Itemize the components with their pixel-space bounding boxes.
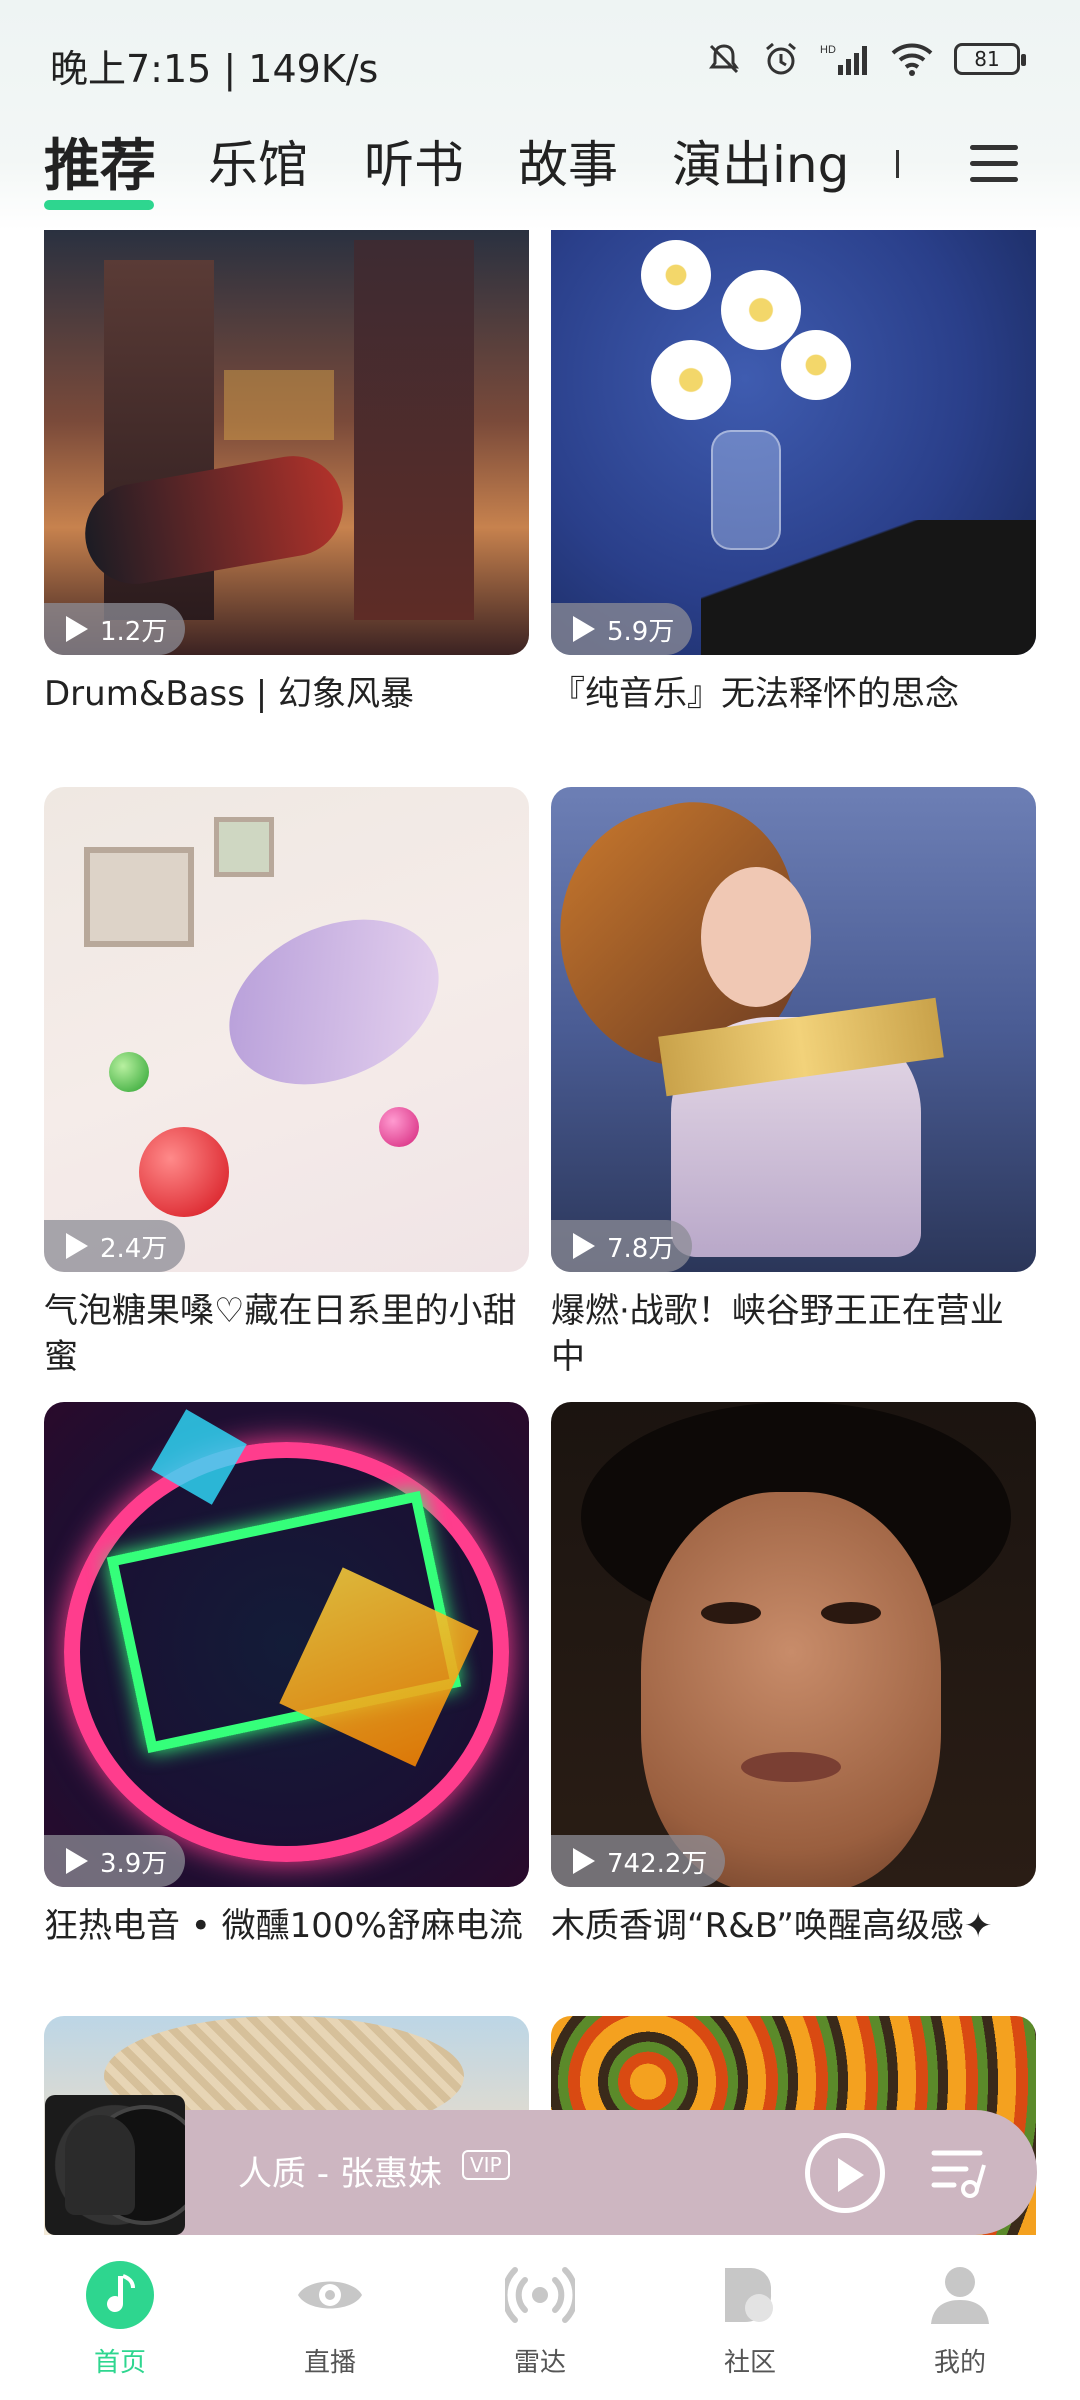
top-tabs: 推荐 乐馆 听书 故事 演出ing: [44, 125, 1044, 225]
tab-audiobooks[interactable]: 听书: [364, 125, 464, 197]
playlist-card[interactable]: 1.2万 Drum&Bass | 幻象风暴: [44, 230, 529, 717]
play-count-badge: 1.2万: [44, 603, 186, 655]
play-count: 742.2万: [607, 1848, 708, 1879]
playlist-title[interactable]: 狂热电音 • 微醺100%舒麻电流: [44, 1903, 529, 1949]
playlist-card[interactable]: 3.9万 狂热电音 • 微醺100%舒麻电流: [44, 1402, 529, 1949]
play-count-badge: 2.4万: [44, 1220, 186, 1272]
flower-shape: [781, 330, 851, 400]
tab-recommend[interactable]: 推荐: [44, 121, 156, 202]
active-tab-indicator: [44, 200, 154, 210]
nav-home-label: 首页: [93, 2348, 146, 2378]
playlist-card[interactable]: 5.9万 『纯音乐』无法释怀的思念: [551, 230, 1036, 717]
eye-icon: [295, 2260, 365, 2330]
vip-badge: VIP: [462, 2150, 510, 2180]
playlist-title[interactable]: 气泡糖果嗓♡藏在日系里的小甜蜜: [44, 1288, 529, 1380]
tab-divider: [896, 150, 899, 178]
play-icon: [573, 1848, 595, 1874]
play-count-badge: 5.9万: [551, 603, 693, 655]
playlist-title[interactable]: 爆燃·战歌！峡谷野王正在营业中: [551, 1288, 1036, 1380]
picture-frame: [84, 847, 194, 947]
community-icon: [715, 2260, 785, 2330]
nav-community[interactable]: 社区: [680, 2260, 820, 2379]
status-bar: 晚上7:15 | 149K/s HD 81: [0, 0, 1080, 130]
portrait-face: [641, 1492, 941, 1887]
bubble: [109, 1052, 149, 1092]
playlist-card[interactable]: 742.2万 木质香调“R&B”唤醒高级感✦: [551, 1402, 1036, 1949]
nav-community-label: 社区: [723, 2348, 776, 2378]
alarm-icon: [766, 42, 796, 75]
network-label: HD: [820, 44, 836, 56]
building-shape: [354, 240, 474, 620]
play-icon: [66, 616, 88, 642]
play-count: 1.2万: [100, 616, 168, 647]
picture-frame: [214, 817, 274, 877]
bottom-nav: 首页 直播 雷达 社区 我的: [0, 2235, 1080, 2400]
eye: [701, 1602, 761, 1624]
status-time: 晚上7:15 | 149K/s: [50, 47, 379, 91]
playlist-cover[interactable]: 2.4万: [44, 787, 529, 1272]
bubble: [139, 1127, 229, 1217]
nav-radar[interactable]: 雷达: [470, 2260, 610, 2379]
play-icon: [838, 2158, 864, 2192]
playlist-title[interactable]: 『纯音乐』无法释怀的思念: [551, 671, 1036, 717]
playlist-cover[interactable]: 742.2万: [551, 1402, 1036, 1887]
album-cover[interactable]: [45, 2095, 185, 2235]
nav-profile-label: 我的: [933, 2348, 986, 2378]
play-count-badge: 7.8万: [551, 1220, 693, 1272]
flower-shape: [641, 240, 711, 310]
tab-shows[interactable]: 演出ing: [672, 125, 849, 197]
play-count-badge: 3.9万: [44, 1835, 186, 1887]
flower-shape: [721, 270, 801, 350]
eye: [821, 1602, 881, 1624]
playlist-title[interactable]: 木质香调“R&B”唤醒高级感✦: [551, 1903, 1036, 1949]
play-count: 3.9万: [100, 1848, 168, 1879]
play-count-badge: 742.2万: [551, 1835, 726, 1887]
play-button[interactable]: [805, 2133, 885, 2213]
play-icon: [66, 1848, 88, 1874]
bubble: [379, 1107, 419, 1147]
music-note-icon: [85, 2260, 155, 2330]
character-hair: [202, 887, 466, 1117]
battery-indicator: 81: [954, 43, 1026, 75]
play-icon: [66, 1233, 88, 1259]
playlist-cover[interactable]: 7.8万: [551, 787, 1036, 1272]
playlist-title[interactable]: Drum&Bass | 幻象风暴: [44, 671, 529, 717]
nav-home[interactable]: 首页: [50, 2260, 190, 2379]
character-face: [701, 867, 811, 1007]
flower-shape: [651, 340, 731, 420]
wifi-icon: [891, 43, 933, 76]
playlist-card[interactable]: 7.8万 爆燃·战歌！峡谷野王正在营业中: [551, 787, 1036, 1380]
play-count: 5.9万: [607, 616, 675, 647]
nav-live-label: 直播: [303, 2348, 356, 2378]
nav-live[interactable]: 直播: [260, 2260, 400, 2379]
artist-silhouette: [65, 2115, 135, 2215]
play-icon: [573, 616, 595, 642]
playlist-icon[interactable]: [930, 2145, 990, 2200]
play-icon: [573, 1233, 595, 1259]
playlist-card[interactable]: 2.4万 气泡糖果嗓♡藏在日系里的小甜蜜: [44, 787, 529, 1380]
signal-icon: HD: [820, 44, 867, 75]
play-count: 7.8万: [607, 1233, 675, 1264]
play-count: 2.4万: [100, 1233, 168, 1264]
radar-icon: [501, 2260, 579, 2330]
playlist-cover[interactable]: 3.9万: [44, 1402, 529, 1887]
status-icons: HD 81: [706, 40, 1026, 78]
now-playing-title[interactable]: 人质 - 张惠妹: [238, 2146, 442, 2195]
hand-shape: [701, 520, 1036, 655]
nav-radar-label: 雷达: [513, 2348, 566, 2378]
sky-glow: [224, 370, 334, 440]
tab-stories[interactable]: 故事: [518, 125, 618, 197]
mute-bell-icon: [709, 44, 739, 74]
tab-music-hall[interactable]: 乐馆: [208, 125, 308, 197]
menu-icon[interactable]: [970, 145, 1018, 185]
playlist-cover[interactable]: 5.9万: [551, 230, 1036, 655]
lips: [741, 1752, 841, 1782]
mini-player[interactable]: [45, 2110, 1037, 2235]
profile-icon: [925, 2260, 995, 2330]
nav-profile[interactable]: 我的: [890, 2260, 1030, 2379]
playlist-cover[interactable]: 1.2万: [44, 230, 529, 655]
